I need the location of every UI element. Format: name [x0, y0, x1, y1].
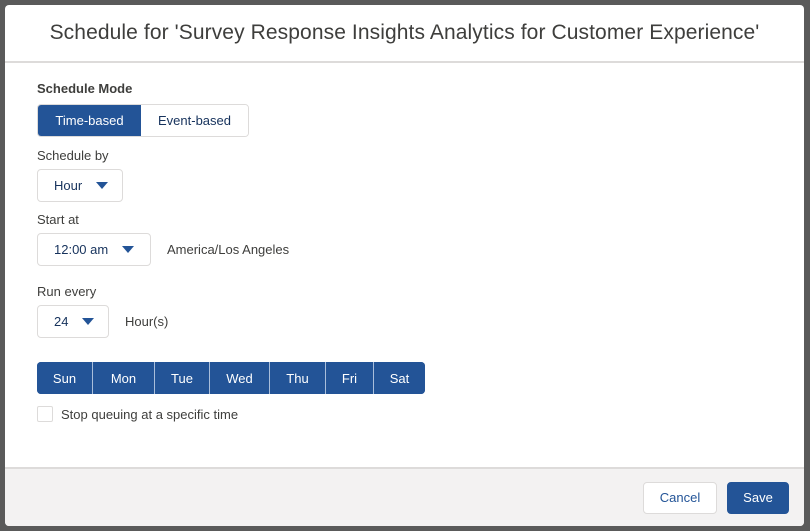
schedule-by-label: Schedule by	[37, 148, 109, 163]
run-every-label: Run every	[37, 284, 97, 299]
day-sat-button[interactable]: Sat	[374, 362, 425, 394]
cancel-button[interactable]: Cancel	[643, 481, 717, 514]
day-wed-button[interactable]: Wed	[210, 362, 270, 394]
day-tue-button[interactable]: Tue	[155, 362, 210, 394]
schedule-modal: Schedule for 'Survey Response Insights A…	[5, 5, 804, 526]
day-mon-button[interactable]: Mon	[93, 362, 155, 394]
modal-body: Schedule Mode Time-based Event-based Sch…	[5, 63, 804, 467]
stop-queuing-label[interactable]: Stop queuing at a specific time	[61, 407, 238, 422]
run-every-unit: Hour(s)	[125, 314, 169, 329]
run-every-select[interactable]: 24	[37, 305, 109, 338]
modal-title: Schedule for 'Survey Response Insights A…	[49, 21, 760, 44]
start-at-label: Start at	[37, 212, 79, 227]
time-based-button[interactable]: Time-based	[38, 105, 141, 136]
modal-footer: Cancel Save	[5, 467, 804, 526]
schedule-by-select[interactable]: Hour	[37, 169, 123, 202]
timezone-text: America/Los Angeles	[167, 242, 290, 257]
schedule-by-value: Hour	[54, 178, 83, 193]
day-sun-button[interactable]: Sun	[37, 362, 93, 394]
start-at-value: 12:00 am	[54, 242, 109, 257]
stop-queuing-checkbox[interactable]	[37, 406, 53, 422]
schedule-mode-toggle: Time-based Event-based	[37, 104, 249, 137]
caret-down-icon	[96, 182, 109, 189]
modal-header: Schedule for 'Survey Response Insights A…	[5, 5, 804, 63]
start-at-select[interactable]: 12:00 am	[37, 233, 151, 266]
caret-down-icon	[122, 246, 135, 253]
day-fri-button[interactable]: Fri	[326, 362, 374, 394]
save-button[interactable]: Save	[727, 481, 789, 514]
schedule-mode-label: Schedule Mode	[37, 81, 133, 96]
day-thu-button[interactable]: Thu	[270, 362, 326, 394]
run-every-value: 24	[54, 314, 69, 329]
stop-queuing-row: Stop queuing at a specific time	[37, 406, 238, 422]
event-based-button[interactable]: Event-based	[141, 105, 248, 136]
day-of-week-selector: Sun Mon Tue Wed Thu Fri Sat	[37, 362, 425, 394]
caret-down-icon	[82, 318, 95, 325]
